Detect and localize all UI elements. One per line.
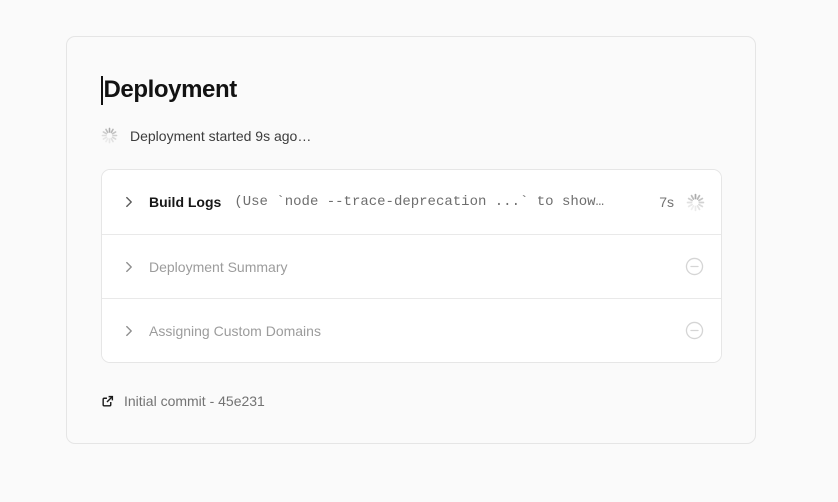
deployment-summary-label: Deployment Summary — [149, 259, 288, 275]
section-row-custom-domains[interactable]: Assigning Custom Domains — [102, 298, 721, 362]
spinner-icon — [686, 193, 705, 212]
build-logs-duration: 7s — [659, 194, 674, 210]
status-text: Deployment started 9s ago… — [130, 128, 311, 144]
section-row-deployment-summary[interactable]: Deployment Summary — [102, 234, 721, 298]
minus-circle-icon — [684, 320, 705, 341]
minus-circle-icon — [684, 256, 705, 277]
deployment-card: Deployment Deployment started 9s ago… Bu… — [66, 36, 756, 444]
page-title: Deployment — [101, 75, 722, 105]
deployment-steps-panel: Build Logs (Use `node --trace-deprecatio… — [101, 169, 722, 363]
commit-label: Initial commit - 45e231 — [124, 393, 265, 409]
chevron-right-icon — [122, 195, 136, 209]
deployment-status: Deployment started 9s ago… — [101, 127, 722, 144]
text-caret — [101, 76, 103, 105]
spinner-icon — [101, 127, 118, 144]
section-row-build-logs[interactable]: Build Logs (Use `node --trace-deprecatio… — [102, 170, 721, 234]
page-title-text: Deployment — [104, 75, 237, 105]
commit-link[interactable]: Initial commit - 45e231 — [101, 393, 265, 409]
build-logs-detail: (Use `node --trace-deprecation ...` to s… — [234, 194, 659, 210]
build-logs-label: Build Logs — [149, 194, 221, 210]
external-link-icon — [101, 395, 114, 408]
chevron-right-icon — [122, 324, 136, 338]
custom-domains-label: Assigning Custom Domains — [149, 323, 321, 339]
chevron-right-icon — [122, 260, 136, 274]
